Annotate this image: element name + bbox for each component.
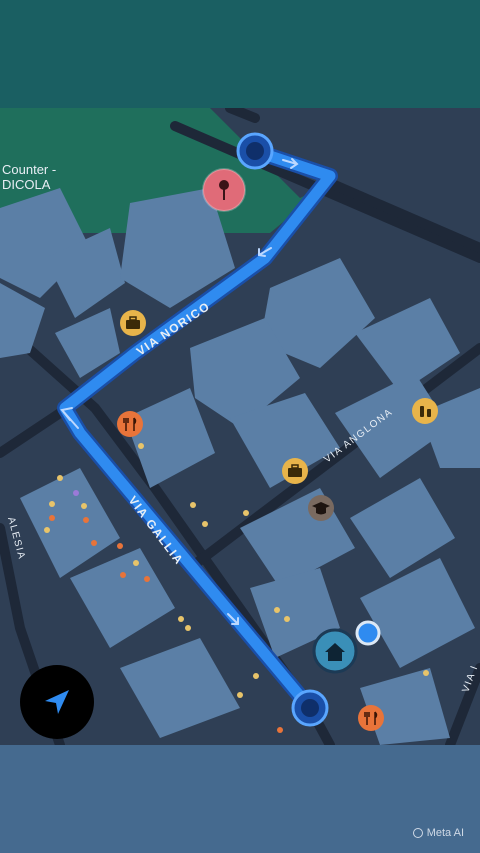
- navigation-arrow-icon: [45, 690, 69, 714]
- watermark-text: Meta AI: [426, 827, 464, 839]
- pin-marker-icon: [202, 168, 246, 212]
- restaurant-icon: [117, 411, 143, 437]
- map-view[interactable]: Counter - DICOLA VIA NORICO VIA GALLIA V…: [0, 108, 480, 745]
- wine-shop-icon: [412, 398, 438, 424]
- current-location-dot: [355, 620, 381, 646]
- briefcase-icon: [120, 310, 146, 336]
- poi-label-line1: Counter -: [2, 162, 56, 177]
- navigate-button[interactable]: [20, 665, 94, 739]
- home-icon: [312, 628, 358, 674]
- watermark: Meta AI: [412, 827, 464, 839]
- meta-ai-icon: [412, 828, 423, 838]
- poi-label-line2: DICOLA: [2, 177, 51, 192]
- map-canvas[interactable]: Counter - DICOLA VIA NORICO VIA GALLIA V…: [0, 108, 480, 745]
- restaurant-icon: [358, 705, 384, 731]
- bottom-band: [0, 745, 480, 853]
- top-band: [0, 0, 480, 108]
- briefcase-icon: [282, 458, 308, 484]
- graduation-cap-icon: [308, 495, 334, 521]
